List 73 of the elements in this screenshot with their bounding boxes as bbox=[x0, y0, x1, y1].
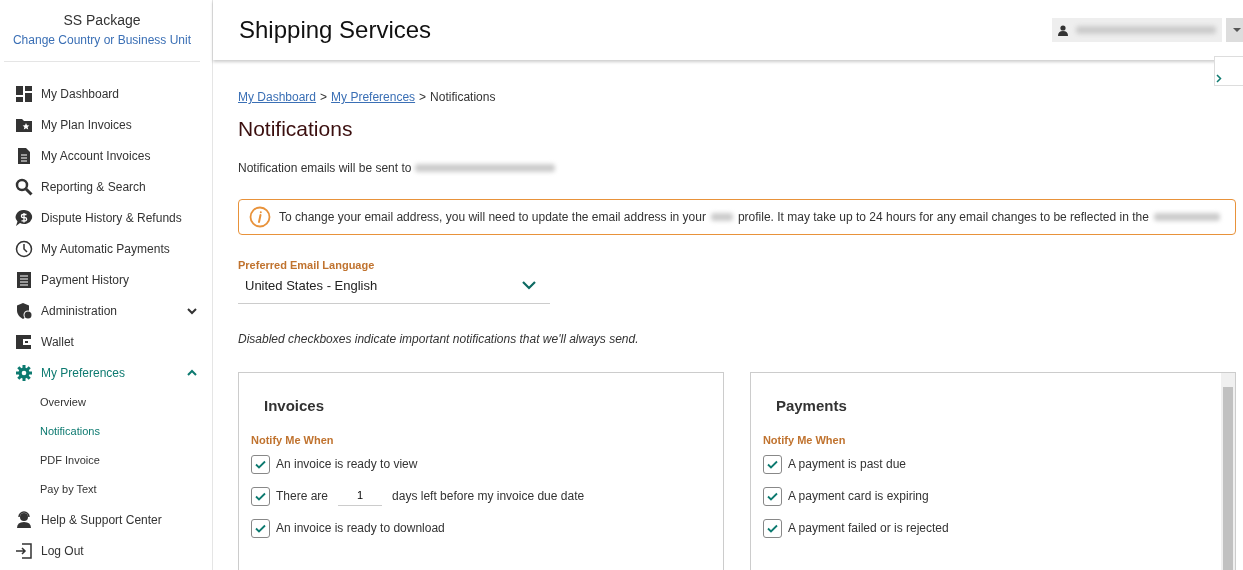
shield-user-icon bbox=[15, 301, 33, 320]
receipt-icon bbox=[15, 270, 33, 289]
notify-heading: Notify Me When bbox=[762, 432, 847, 448]
wallet-icon bbox=[15, 332, 33, 351]
breadcrumb-separator: > bbox=[320, 89, 328, 106]
scrollbar[interactable] bbox=[1220, 373, 1235, 570]
sidebar-item[interactable]: Wallet bbox=[0, 326, 212, 357]
document-icon bbox=[15, 146, 33, 165]
sidebar-item[interactable]: My Automatic Payments bbox=[0, 233, 212, 264]
alert-text: profile. It may take up to 24 hours for any email changes to be reflected in the bbox=[737, 209, 1149, 227]
sidebar-item[interactable]: Dispute History & Refunds bbox=[0, 202, 212, 233]
breadcrumb-link[interactable]: My Preferences bbox=[331, 88, 416, 106]
checkbox[interactable] bbox=[251, 454, 270, 474]
option-label: There are bbox=[276, 488, 329, 506]
check-icon bbox=[255, 523, 266, 533]
sidebar-subitem[interactable]: Pay by Text bbox=[0, 475, 212, 504]
search-icon bbox=[15, 177, 33, 196]
check-icon bbox=[766, 459, 778, 469]
checkbox[interactable] bbox=[762, 486, 782, 506]
gear-icon bbox=[15, 363, 33, 382]
sidebar-item[interactable]: My Dashboard bbox=[0, 78, 212, 109]
option-label: days left before my invoice due date bbox=[392, 488, 585, 506]
blurred-text bbox=[710, 213, 733, 222]
sidebar-item[interactable]: Administration bbox=[0, 295, 212, 326]
notify-heading: Notify Me When bbox=[251, 432, 335, 448]
sidebar-title: SS Package bbox=[62, 11, 142, 30]
log-out-icon bbox=[15, 541, 33, 560]
change-business-unit-link[interactable]: Change Country or Business Unit bbox=[12, 33, 192, 47]
user-icon bbox=[1057, 24, 1068, 36]
option-label: A payment is past due bbox=[787, 456, 906, 474]
check-icon bbox=[255, 459, 266, 469]
sidebar-item[interactable]: My Preferences bbox=[0, 357, 212, 388]
sidebar-item[interactable]: Payment History bbox=[0, 264, 212, 295]
option-label: A payment failed or is rejected bbox=[787, 520, 949, 538]
option-label: An invoice is ready to download bbox=[276, 520, 445, 538]
check-icon bbox=[255, 491, 266, 501]
disabled-note: Disabled checkboxes indicate important notifications that we'll always send. bbox=[238, 331, 640, 349]
check-icon bbox=[766, 523, 778, 533]
blurred-text bbox=[1153, 213, 1220, 222]
checkbox[interactable] bbox=[762, 454, 782, 474]
sidebar-item[interactable]: My Plan Invoices bbox=[0, 109, 212, 140]
dollar-speech-bubble-icon bbox=[15, 208, 33, 227]
checkbox[interactable] bbox=[251, 486, 270, 506]
sidebar-subitem[interactable]: Notifications bbox=[0, 417, 212, 446]
headset-person-icon bbox=[15, 510, 33, 529]
breadcrumb-separator: > bbox=[419, 89, 427, 106]
account-dropdown-button[interactable] bbox=[1225, 18, 1243, 42]
sidebar-item[interactable]: Help & Support Center bbox=[0, 504, 212, 535]
caret-icon bbox=[1232, 27, 1241, 33]
option-label: An invoice is ready to view bbox=[276, 456, 418, 474]
alert-text: To change your email address, you will need to update the email address in your bbox=[279, 209, 706, 227]
checkbox[interactable] bbox=[762, 518, 782, 538]
sidebar-item[interactable]: My Account Invoices bbox=[0, 140, 212, 171]
checkbox[interactable] bbox=[251, 518, 270, 538]
option-label: A payment card is expiring bbox=[787, 488, 929, 506]
language-label: Preferred Email Language bbox=[238, 258, 376, 274]
breadcrumb-link[interactable]: My Dashboard bbox=[238, 88, 317, 106]
sidebar-subitem[interactable]: Overview bbox=[0, 388, 212, 417]
page-title: Notifications bbox=[238, 116, 354, 142]
panel-title: Payments bbox=[775, 396, 848, 417]
clock-icon bbox=[15, 239, 33, 258]
info-icon bbox=[249, 206, 271, 229]
check-icon bbox=[766, 491, 778, 501]
chevron-right-icon bbox=[1215, 74, 1222, 83]
email-note: Notification emails will be sent to bbox=[238, 160, 412, 178]
page-header-title: Shipping Services bbox=[239, 15, 432, 45]
chevron-down-icon bbox=[522, 280, 536, 291]
sidebar-item[interactable]: Log Out bbox=[0, 535, 212, 566]
panel-title: Invoices bbox=[264, 396, 326, 417]
sidebar-item[interactable]: Reporting & Search bbox=[0, 171, 212, 202]
breadcrumb-current: Notifications bbox=[430, 89, 496, 106]
sidebar-subitem[interactable]: PDF Invoice bbox=[0, 446, 212, 475]
dashboard-icon bbox=[15, 84, 33, 103]
